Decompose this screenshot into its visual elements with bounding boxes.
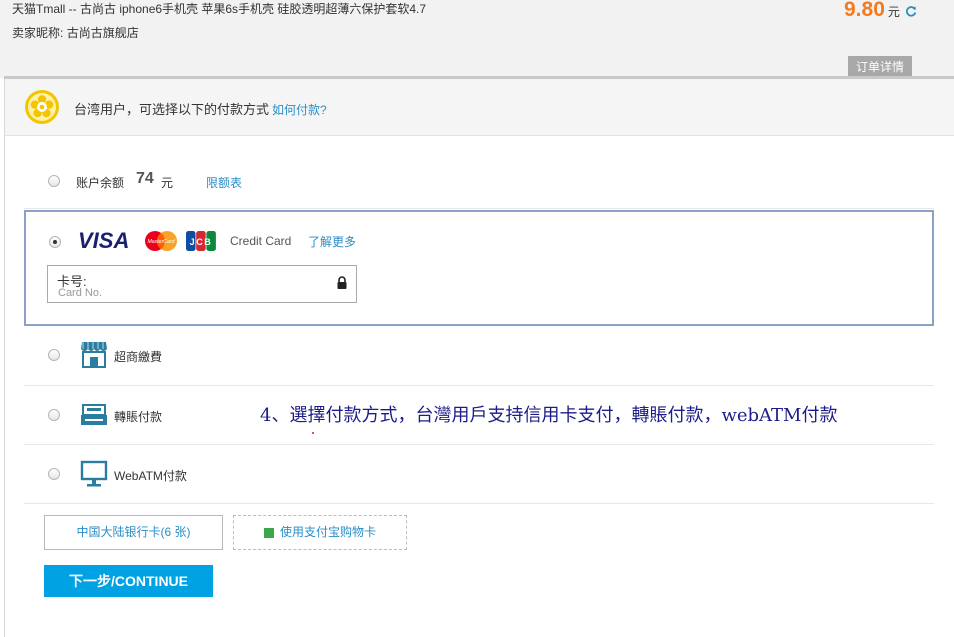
store-icon bbox=[81, 342, 107, 368]
plum-blossom-emblem-icon bbox=[25, 90, 59, 124]
order-title: 天猫Tmall -- 古尚古 iphone6手机壳 苹果6s手机壳 硅胶透明超薄… bbox=[12, 2, 427, 16]
order-detail-tab[interactable]: 订单详情 bbox=[848, 56, 912, 78]
seller-label: 卖家昵称: bbox=[12, 26, 64, 40]
jcb-logo-text: JCB bbox=[190, 237, 213, 247]
balance-label: 账户余额 bbox=[76, 176, 125, 190]
card-number-input[interactable]: 卡号: Card No. bbox=[47, 265, 357, 303]
limit-table-link[interactable]: 限额表 bbox=[206, 174, 242, 191]
annotation-dot bbox=[312, 432, 314, 434]
bank-transfer-label: 轉賬付款 bbox=[114, 410, 163, 424]
balance-radio[interactable] bbox=[48, 175, 60, 187]
credit-card-option[interactable]: VISA MasterCard JCB Credit Card 了解更多 卡号:… bbox=[24, 210, 934, 326]
notice-text: 台湾用户，可选择以下的付款方式 如何付款? bbox=[74, 99, 327, 118]
bank-transfer-radio[interactable] bbox=[48, 409, 60, 421]
monitor-icon bbox=[80, 460, 108, 487]
bank-transfer-icon bbox=[81, 404, 107, 425]
refresh-icon[interactable] bbox=[905, 5, 917, 17]
store-payment-radio[interactable] bbox=[48, 349, 60, 361]
payment-panel: 台湾用户，可选择以下的付款方式 如何付款? 账户余额 74 元 限额表 VISA … bbox=[4, 79, 954, 637]
amount-unit: 元 bbox=[887, 5, 900, 19]
jcb-logo-icon: JCB bbox=[186, 231, 216, 251]
learn-more-link[interactable]: 了解更多 bbox=[308, 233, 356, 250]
notice-message: 台湾用户，可选择以下的付款方式 bbox=[74, 102, 270, 117]
store-payment-option[interactable]: 超商繳費 bbox=[24, 326, 934, 386]
visa-logo-text: VISA bbox=[78, 229, 129, 251]
balance-unit: 元 bbox=[161, 176, 174, 190]
balance-option-row[interactable]: 账户余额 74 元 限额表 bbox=[24, 159, 934, 209]
webatm-label: WebATM付款 bbox=[114, 469, 187, 483]
annotation-text: 4、選擇付款方式，台灣用戶支持信用卡支付，轉賬付款，webATM付款 bbox=[260, 405, 838, 426]
mainland-bank-card-button[interactable]: 中国大陆银行卡(6 张) bbox=[44, 515, 223, 550]
seller-info: 卖家昵称: 古尚古旗舰店 bbox=[12, 24, 139, 41]
webatm-radio[interactable] bbox=[48, 468, 60, 480]
credit-card-label: Credit Card bbox=[230, 234, 292, 248]
card-number-placeholder: Card No. bbox=[58, 287, 103, 299]
credit-card-radio[interactable] bbox=[49, 236, 61, 248]
giftcard-label: 使用支付宝购物卡 bbox=[280, 525, 377, 539]
store-payment-label: 超商繳費 bbox=[114, 350, 163, 364]
mastercard-logo-text: MasterCard bbox=[147, 239, 175, 245]
order-amount: 9.80 元 bbox=[844, 0, 917, 22]
visa-logo-icon: VISA bbox=[78, 229, 129, 251]
giftcard-icon bbox=[264, 528, 274, 538]
amount-value: 9.80 bbox=[844, 0, 885, 21]
mastercard-logo-icon: MasterCard bbox=[145, 231, 177, 251]
alipay-giftcard-button[interactable]: 使用支付宝购物卡 bbox=[233, 515, 407, 550]
taiwan-notice-bar: 台湾用户，可选择以下的付款方式 如何付款? bbox=[5, 79, 954, 136]
lock-icon bbox=[337, 276, 347, 289]
seller-name: 古尚古旗舰店 bbox=[66, 26, 139, 40]
next-continue-button[interactable]: 下一步/CONTINUE bbox=[44, 565, 213, 597]
how-to-pay-link[interactable]: 如何付款? bbox=[272, 103, 327, 117]
webatm-option[interactable]: WebATM付款 bbox=[24, 445, 934, 504]
order-header: 天猫Tmall -- 古尚古 iphone6手机壳 苹果6s手机壳 硅胶透明超薄… bbox=[0, 0, 954, 79]
balance-amount: 74 bbox=[136, 170, 154, 187]
